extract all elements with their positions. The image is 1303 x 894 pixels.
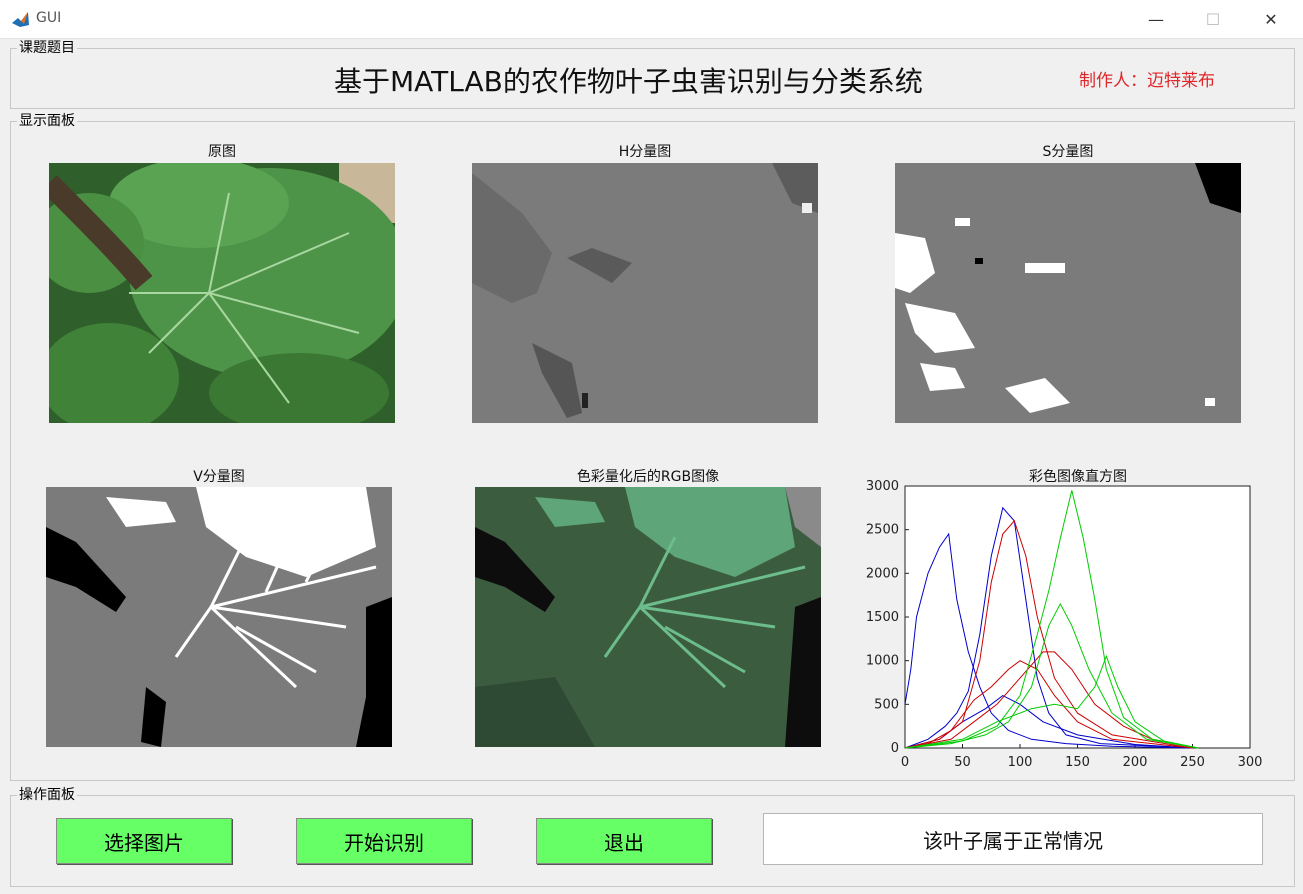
v-image-title: V分量图 <box>193 469 245 485</box>
y-tick-label: 1000 <box>866 654 899 669</box>
v-component-image <box>46 487 392 747</box>
y-tick-label: 2500 <box>866 523 899 538</box>
exit-button[interactable]: 退出 <box>536 818 712 864</box>
original-image <box>49 163 395 423</box>
window-titlebar: GUI — ☐ ✕ <box>0 0 1303 39</box>
s-image-title: S分量图 <box>1042 144 1094 160</box>
matlab-icon <box>12 12 29 27</box>
x-tick-label: 0 <box>901 755 909 770</box>
control-panel-label: 操作面板 <box>17 786 77 804</box>
quantized-image-title: 色彩量化后的RGB图像 <box>576 469 720 485</box>
x-tick-label: 200 <box>1123 755 1148 770</box>
x-tick-label: 100 <box>1008 755 1033 770</box>
x-tick-label: 250 <box>1180 755 1205 770</box>
display-panel-label: 显示面板 <box>17 112 77 130</box>
minimize-button[interactable]: — <box>1133 0 1179 38</box>
select-image-button[interactable]: 选择图片 <box>56 818 232 864</box>
window-title: GUI <box>36 10 62 26</box>
h-image-title: H分量图 <box>618 144 672 160</box>
s-component-image <box>895 163 1241 423</box>
start-recognition-button[interactable]: 开始识别 <box>296 818 472 864</box>
y-tick-label: 500 <box>874 697 899 712</box>
h-component-image <box>472 163 818 423</box>
x-tick-label: 50 <box>954 755 971 770</box>
quantized-rgb-image <box>475 487 821 747</box>
y-tick-label: 1500 <box>866 610 899 625</box>
maximize-button[interactable]: ☐ <box>1190 0 1236 38</box>
result-display: 该叶子属于正常情况 <box>763 813 1263 865</box>
topic-panel-label: 课题题目 <box>17 39 77 57</box>
page-title: 基于MATLAB的农作物叶子虫害识别与分类系统 <box>334 65 923 98</box>
y-tick-label: 0 <box>891 741 899 756</box>
color-histogram-chart: 0 50 100 150 200 250 3000500100015002000250030… <box>866 479 1263 770</box>
x-tick-label: 150 <box>1065 755 1090 770</box>
x-tick-label: 300 <box>1238 755 1263 770</box>
y-tick-label: 2000 <box>866 566 899 581</box>
author-label: 制作人：迈特莱布 <box>1079 71 1215 91</box>
y-tick-label: 3000 <box>866 479 899 494</box>
close-button[interactable]: ✕ <box>1248 0 1294 38</box>
original-image-title: 原图 <box>208 144 236 160</box>
